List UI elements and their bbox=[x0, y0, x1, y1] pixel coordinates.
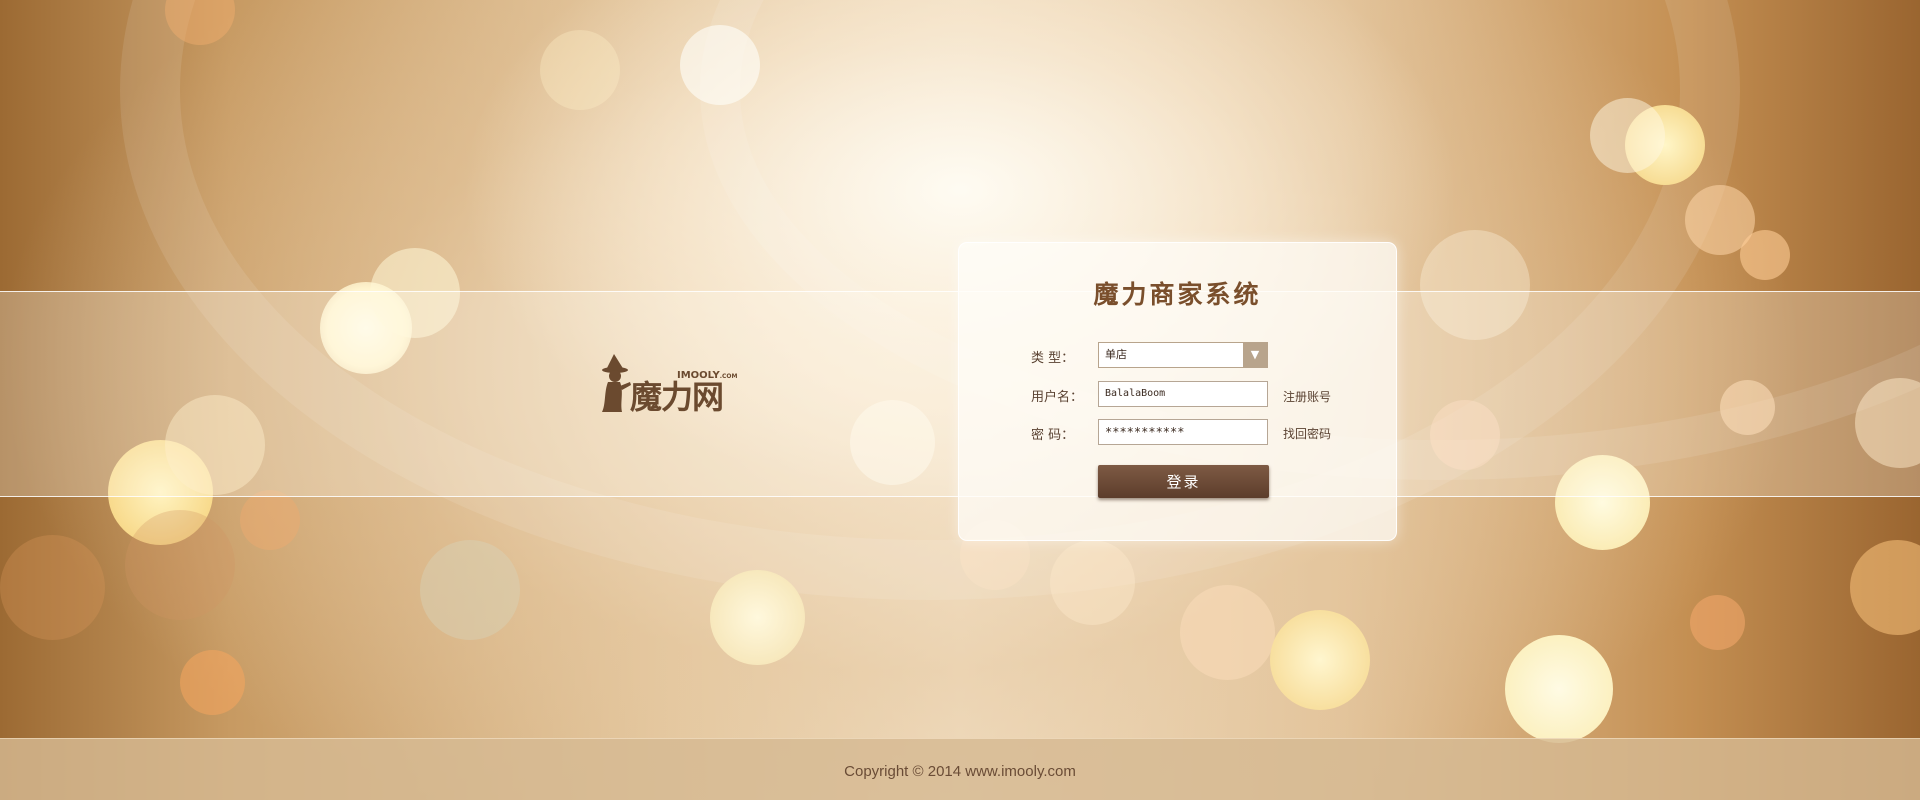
login-panel: 魔力商家系统 类 型： 单店 ▼ 用户名： BalalaBoom 注册账号 密 … bbox=[958, 242, 1397, 541]
bokeh-light bbox=[1180, 585, 1275, 680]
bokeh-light bbox=[1270, 610, 1370, 710]
type-select[interactable]: 单店 ▼ bbox=[1098, 342, 1268, 368]
login-button[interactable]: 登录 bbox=[1098, 465, 1269, 498]
bokeh-light bbox=[710, 570, 805, 665]
bokeh-light bbox=[165, 0, 235, 45]
bokeh-light bbox=[180, 650, 245, 715]
bokeh-light bbox=[1850, 540, 1920, 635]
bokeh-light bbox=[1685, 185, 1755, 255]
login-page: 魔力网 IMOOLY.COM 魔力商家系统 类 型： 单店 ▼ 用户名： Bal… bbox=[0, 0, 1920, 800]
bokeh-light bbox=[1625, 105, 1705, 185]
witch-mascot-icon bbox=[602, 354, 631, 412]
password-input[interactable]: *********** bbox=[1098, 419, 1268, 445]
copyright-text: Copyright © 2014 www.imooly.com bbox=[844, 763, 1076, 780]
bokeh-light bbox=[680, 25, 760, 105]
logo-domain: IMOOLY.COM bbox=[677, 370, 738, 381]
bokeh-light bbox=[0, 535, 105, 640]
bokeh-light bbox=[125, 510, 235, 620]
brand-logo: 魔力网 IMOOLY.COM bbox=[600, 348, 740, 420]
type-select-value: 单店 bbox=[1105, 348, 1127, 361]
footer: Copyright © 2014 www.imooly.com bbox=[0, 738, 1920, 800]
password-label: 密 码： bbox=[1031, 428, 1075, 443]
bokeh-light bbox=[1050, 540, 1135, 625]
bokeh-light bbox=[1590, 98, 1665, 173]
panel-title: 魔力商家系统 bbox=[1093, 280, 1262, 309]
bokeh-light bbox=[420, 540, 520, 640]
username-label: 用户名： bbox=[1031, 390, 1084, 405]
bokeh-light bbox=[540, 30, 620, 110]
bokeh-light bbox=[1505, 635, 1613, 743]
chevron-down-icon[interactable]: ▼ bbox=[1243, 343, 1267, 367]
type-label: 类 型： bbox=[1031, 351, 1075, 366]
bokeh-light bbox=[1690, 595, 1745, 650]
bokeh-light bbox=[1740, 230, 1790, 280]
username-input[interactable]: BalalaBoom bbox=[1098, 381, 1268, 407]
register-link[interactable]: 注册账号 bbox=[1283, 388, 1331, 405]
recover-password-link[interactable]: 找回密码 bbox=[1283, 425, 1331, 442]
bokeh-light bbox=[240, 490, 300, 550]
